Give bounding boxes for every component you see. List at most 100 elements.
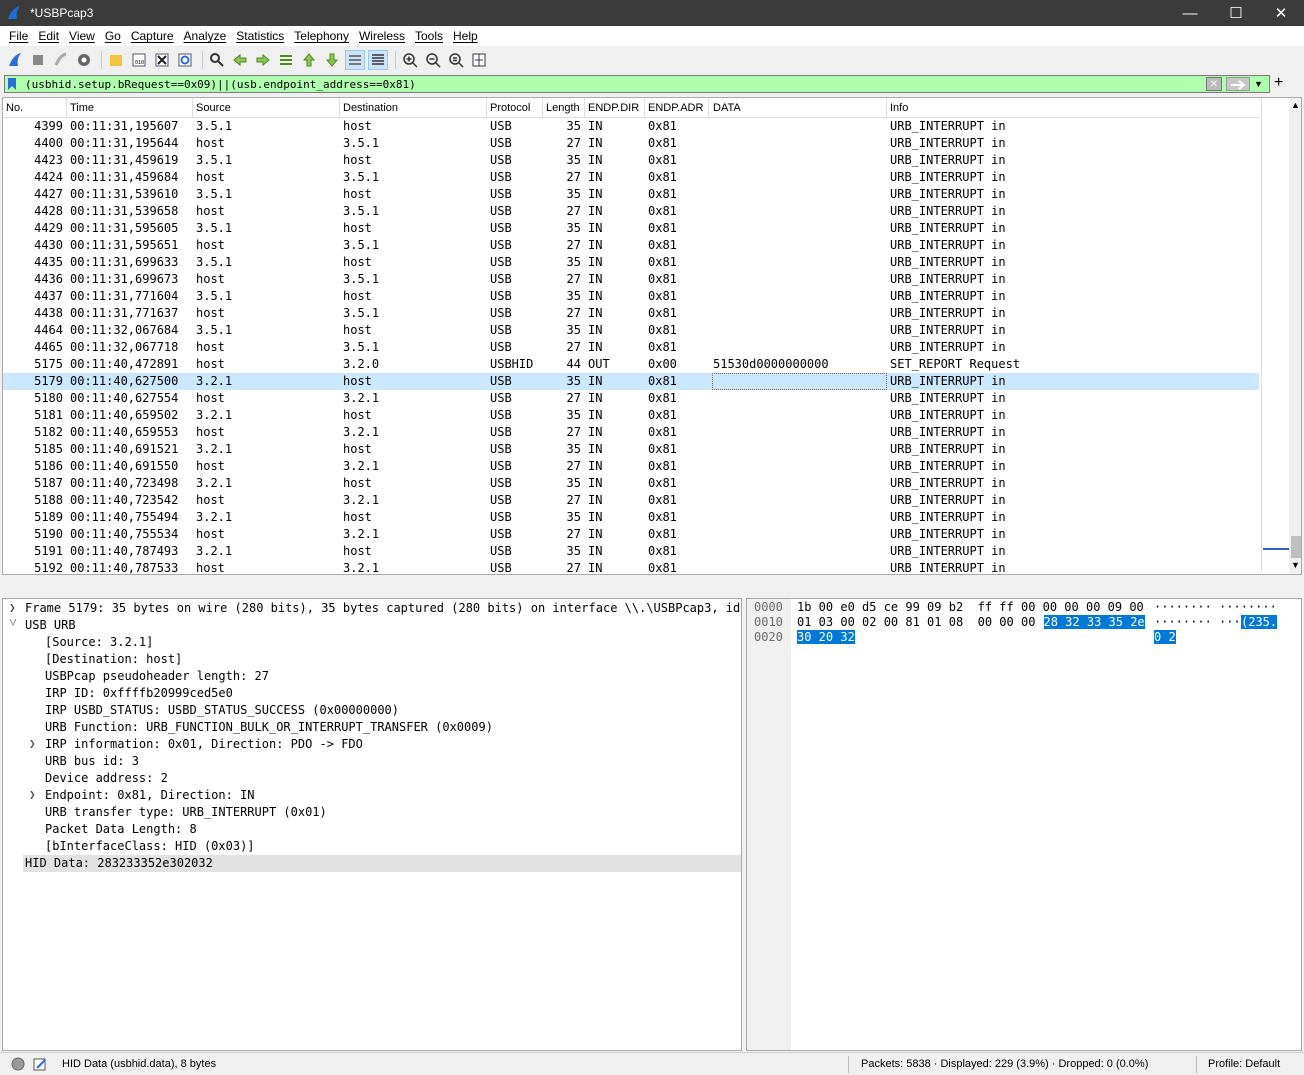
packet-row[interactable]: 5190 00:11:40,755534 host 3.2.1 USB 27 IN 0x81 U…	[3, 526, 1259, 543]
packet-row[interactable]: 4436 00:11:31,699673 host 3.5.1 USB 27 IN 0x81 U…	[3, 271, 1259, 288]
menu-wireless[interactable]: Wireless	[359, 29, 405, 43]
column-header-endp-adr[interactable]: ENDP.ADR	[648, 102, 703, 114]
packet-row[interactable]: 5180 00:11:40,627554 host 3.2.1 USB 27 IN 0x81 U…	[3, 390, 1259, 407]
expert-info-icon[interactable]	[11, 1057, 25, 1071]
last-packet-icon[interactable]	[322, 50, 342, 70]
reload-icon[interactable]	[175, 50, 195, 70]
packet-row[interactable]: 5182 00:11:40,659553 host 3.2.1 USB 27 IN 0x81 U…	[3, 424, 1259, 441]
expand-arrow-icon[interactable]: ❯	[29, 788, 36, 801]
column-header-protocol[interactable]: Protocol	[490, 102, 530, 114]
menu-edit[interactable]: Edit	[38, 29, 59, 43]
go-forward-icon[interactable]	[253, 50, 273, 70]
detail-item[interactable]: ❯ Frame 5179: 35 bytes on wire (280 bits)…	[3, 600, 755, 617]
packet-row[interactable]: 4423 00:11:31,459619 3.5.1 host USB 35 IN 0x81 U…	[3, 152, 1259, 169]
packet-row[interactable]: 4429 00:11:31,595605 3.5.1 host USB 35 IN 0x81 U…	[3, 220, 1259, 237]
find-packet-icon[interactable]	[207, 50, 227, 70]
packet-row[interactable]: 4427 00:11:31,539610 3.5.1 host USB 35 IN 0x81 U…	[3, 186, 1259, 203]
scroll-up-icon[interactable]: ▲	[1291, 100, 1300, 110]
capture-options-icon[interactable]	[74, 50, 94, 70]
menu-view[interactable]: View	[69, 29, 95, 43]
column-header-destination[interactable]: Destination	[343, 102, 398, 114]
detail-item[interactable]: [bInterfaceClass: HID (0x03)]	[3, 838, 741, 855]
vertical-scroll-thumb[interactable]	[1291, 536, 1301, 558]
packet-row[interactable]: 5187 00:11:40,723498 3.2.1 host USB 35 IN 0x81 U…	[3, 475, 1259, 492]
expand-arrow-icon[interactable]: ❯	[9, 601, 16, 614]
packet-row[interactable]: 4400 00:11:31,195644 host 3.5.1 USB 27 IN 0x81 U…	[3, 135, 1259, 152]
detail-item[interactable]: USBPcap pseudoheader length: 27	[3, 668, 741, 685]
packet-row[interactable]: 4435 00:11:31,699633 3.5.1 host USB 35 IN 0x81 U…	[3, 254, 1259, 271]
packet-row[interactable]: 5185 00:11:40,691521 3.2.1 host USB 35 IN 0x81 U…	[3, 441, 1259, 458]
packet-row[interactable]: 4464 00:11:32,067684 3.5.1 host USB 35 IN 0x81 U…	[3, 322, 1259, 339]
menu-go[interactable]: Go	[105, 29, 121, 43]
detail-item[interactable]: Packet Data Length: 8	[3, 821, 741, 838]
packet-row[interactable]: 5181 00:11:40,659502 3.2.1 host USB 35 IN 0x81 U…	[3, 407, 1259, 424]
packet-row[interactable]: 5191 00:11:40,787493 3.2.1 host USB 35 IN 0x81 U…	[3, 543, 1259, 560]
expand-arrow-icon[interactable]: ❯	[29, 737, 36, 750]
bytes-row[interactable]: 0000 1b 00 e0 d5 ce 99 09 b2 ff ff 00 00 …	[747, 600, 1301, 615]
packet-row[interactable]: 4424 00:11:31,459684 host 3.5.1 USB 27 IN 0x81 U…	[3, 169, 1259, 186]
first-packet-icon[interactable]	[299, 50, 319, 70]
bytes-row[interactable]: 0010 01 03 00 02 00 81 01 08 00 00 00 28 …	[747, 615, 1301, 630]
menu-file[interactable]: File	[9, 29, 28, 43]
packet-row[interactable]: 4428 00:11:31,539658 host 3.5.1 USB 27 IN 0x81 U…	[3, 203, 1259, 220]
packet-row[interactable]: 5179 00:11:40,627500 3.2.1 host USB 35 IN 0x81 U…	[3, 373, 1259, 390]
zoom-in-icon[interactable]	[400, 50, 420, 70]
restart-capture-icon[interactable]	[51, 50, 71, 70]
detail-item[interactable]: ˅ USB URB	[3, 615, 741, 634]
autoscroll-icon[interactable]	[345, 49, 365, 70]
packet-list-vertical-scrollbar[interactable]: ▲ ▼	[1261, 98, 1301, 574]
packet-row[interactable]: 4438 00:11:31,771637 host 3.5.1 USB 27 IN 0x81 U…	[3, 305, 1259, 322]
detail-item[interactable]: HID Data: 283233352e302032	[23, 855, 741, 872]
menu-statistics[interactable]: Statistics	[236, 29, 284, 43]
detail-item[interactable]: IRP USBD_STATUS: USBD_STATUS_SUCCESS (0x…	[3, 702, 741, 719]
status-profile[interactable]: Profile: Default	[1208, 1058, 1280, 1070]
packet-row[interactable]: 4465 00:11:32,067718 host 3.5.1 USB 27 IN 0x81 U…	[3, 339, 1259, 356]
clear-filter-icon[interactable]: ✕	[1206, 77, 1222, 91]
detail-item[interactable]: IRP ID: 0xffffb20999ced5e0	[3, 685, 741, 702]
go-back-icon[interactable]	[230, 50, 250, 70]
column-header-no[interactable]: No.	[6, 102, 23, 114]
column-header-length[interactable]: Length	[546, 102, 580, 114]
vertical-scroll-track[interactable]: ▲ ▼	[1289, 98, 1301, 574]
packet-row[interactable]: 5186 00:11:40,691550 host 3.2.1 USB 27 IN 0x81 U…	[3, 458, 1259, 475]
packet-row[interactable]: 4430 00:11:31,595651 host 3.5.1 USB 27 IN 0x81 U…	[3, 237, 1259, 254]
open-file-icon[interactable]	[106, 50, 126, 70]
packet-minimap[interactable]	[1261, 98, 1289, 571]
normal-size-icon[interactable]	[446, 50, 466, 70]
column-header-time[interactable]: Time	[70, 102, 94, 114]
add-filter-button-icon[interactable]: +	[1274, 74, 1283, 92]
detail-item[interactable]: ❯ IRP information: 0x01, Direction: PDO -…	[3, 736, 741, 753]
detail-item[interactable]: URB transfer type: URB_INTERRUPT (0x01)	[3, 804, 741, 821]
collapse-arrow-icon[interactable]: ˅	[9, 615, 17, 632]
resize-columns-icon[interactable]	[469, 50, 489, 70]
column-header-data[interactable]: DATA	[713, 102, 741, 114]
packet-row[interactable]: 5188 00:11:40,723542 host 3.2.1 USB 27 IN 0x81 U…	[3, 492, 1259, 509]
packet-row[interactable]: 5189 00:11:40,755494 3.2.1 host USB 35 IN 0x81 U…	[3, 509, 1259, 526]
detail-item[interactable]: [Destination: host]	[3, 651, 741, 668]
bookmark-icon[interactable]	[5, 76, 19, 92]
apply-filter-icon[interactable]	[1226, 77, 1250, 91]
save-file-icon[interactable]: 010	[129, 50, 149, 70]
bytes-row[interactable]: 0020 30 20 32 0 2	[747, 630, 1301, 645]
display-filter-input[interactable]: (usbhid.setup.bRequest==0x09)||(usb.endp…	[25, 78, 1206, 91]
capture-comment-icon[interactable]	[33, 1057, 47, 1071]
colorize-icon[interactable]	[368, 49, 388, 70]
minimize-icon[interactable]: —	[1167, 0, 1213, 26]
go-to-packet-icon[interactable]	[276, 50, 296, 70]
detail-item[interactable]: [Source: 3.2.1]	[3, 634, 741, 651]
close-icon[interactable]: ✕	[1258, 0, 1304, 26]
menu-capture[interactable]: Capture	[131, 29, 174, 43]
column-header-source[interactable]: Source	[196, 102, 231, 114]
column-header-info[interactable]: Info	[890, 102, 908, 114]
packet-row[interactable]: 4399 00:11:31,195607 3.5.1 host USB 35 IN 0x81 U…	[3, 118, 1259, 135]
menu-tools[interactable]: Tools	[415, 29, 443, 43]
menu-help[interactable]: Help	[453, 29, 478, 43]
scroll-down-icon[interactable]: ▼	[1291, 560, 1300, 570]
start-capture-icon[interactable]	[5, 50, 25, 70]
detail-item[interactable]: Device address: 2	[3, 770, 741, 787]
stop-capture-icon[interactable]	[28, 50, 48, 70]
detail-item[interactable]: URB Function: URB_FUNCTION_BULK_OR_INTER…	[3, 719, 741, 736]
detail-item[interactable]: ❯ Endpoint: 0x81, Direction: IN	[3, 787, 741, 804]
menu-analyze[interactable]: Analyze	[184, 29, 227, 43]
packet-row[interactable]: 5192 00:11:40,787533 host 3.2.1 USB 27 IN 0x81 U…	[3, 560, 1259, 574]
